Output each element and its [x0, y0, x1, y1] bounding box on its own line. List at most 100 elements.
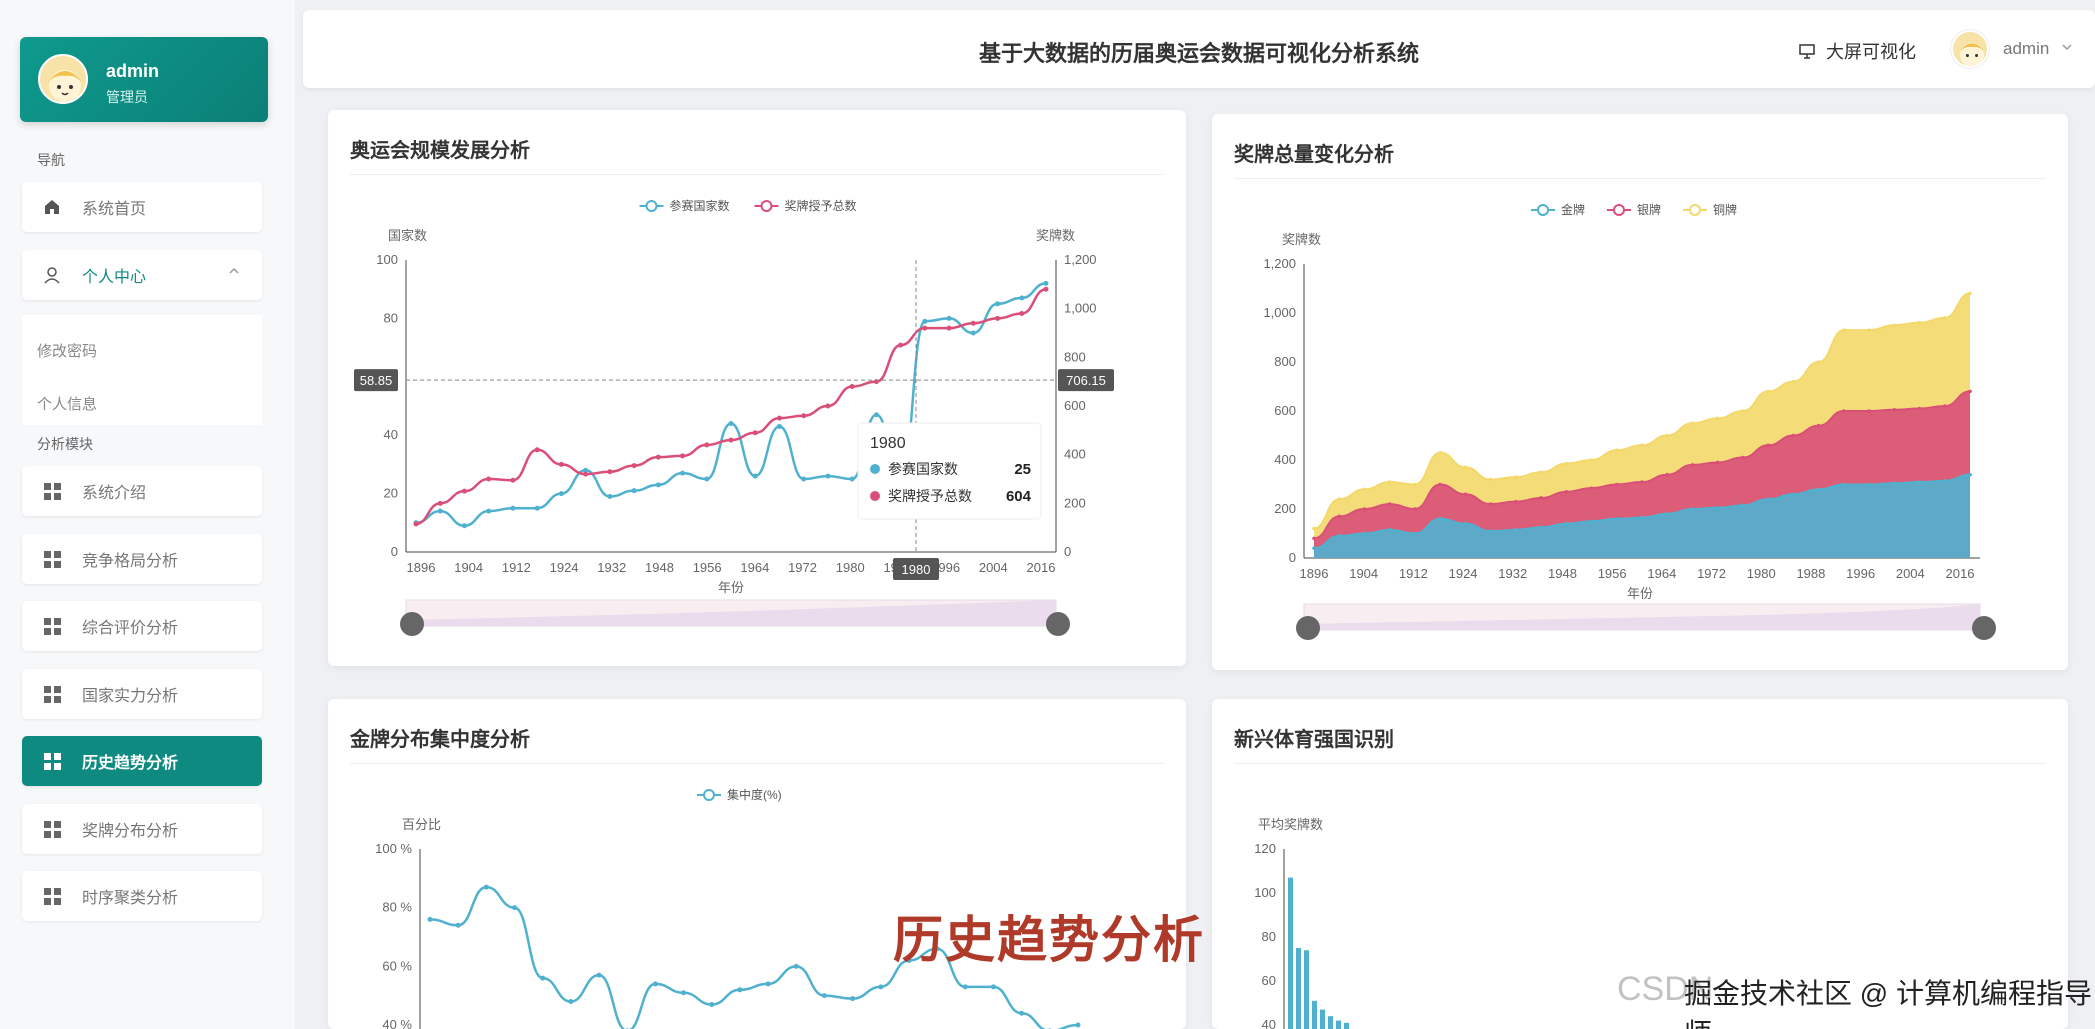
series-point	[1614, 448, 1619, 453]
series-point	[1337, 534, 1342, 538]
y-tick-label: 600	[1274, 403, 1296, 418]
series-point	[1362, 487, 1367, 492]
series-point	[1968, 389, 1972, 394]
x-tick-label: 1972	[1697, 566, 1726, 581]
series-point	[1463, 492, 1468, 497]
sidebar-item-medal-distribution[interactable]: 奖牌分布分析	[22, 804, 262, 854]
series-point	[681, 990, 687, 996]
series-point	[1791, 492, 1796, 497]
bigscreen-button[interactable]: 大屏可视化	[1798, 38, 1916, 64]
series-point	[455, 922, 461, 928]
series-point	[728, 421, 734, 427]
panel-medal-total: 奖牌总量变化分析 金牌 银牌 铜牌 奖牌数 0 200 400 600 800 1,000 1,20…	[1212, 114, 2068, 670]
series-point	[1488, 477, 1493, 482]
grid-icon	[42, 684, 62, 704]
sidebar-item-time-clustering[interactable]: 时序聚类分析	[22, 871, 262, 921]
series-point	[995, 301, 1001, 307]
series-point	[1917, 480, 1922, 484]
sidebar-item-home[interactable]: 系统首页	[22, 182, 262, 232]
user-card[interactable]: admin 管理员	[20, 37, 268, 122]
sidebar-item-label: 个人中心	[82, 269, 147, 286]
y-tick-label: 60	[1262, 973, 1276, 988]
submenu-item-change-password[interactable]: 修改密码	[37, 340, 97, 361]
user-icon	[42, 265, 62, 285]
sidebar-item-national-strength[interactable]: 国家实力分析	[22, 669, 262, 719]
series-point	[1816, 360, 1821, 364]
header-avatar[interactable]	[1951, 30, 1989, 68]
chevron-up-icon	[228, 264, 240, 282]
series-point	[558, 491, 564, 497]
series-point	[1690, 421, 1695, 426]
x-tick-label: 1988	[1796, 566, 1825, 581]
bar	[1312, 1000, 1317, 1029]
panel-gold-concentration: 金牌分布集中度分析 集中度(%) 百分比 40 % 60 % 80 % 100 %	[328, 699, 1186, 1029]
legend-label: 银牌	[1637, 203, 1661, 217]
y-tick-label: 1,200	[1263, 256, 1296, 271]
series-point	[1791, 379, 1796, 384]
y-tick-label: 100	[1254, 885, 1276, 900]
x-tick-label: 1904	[1349, 566, 1378, 581]
x-tick-label: 1972	[788, 560, 817, 575]
series-point	[1312, 546, 1316, 550]
header-username[interactable]: admin	[2003, 39, 2049, 59]
chart-gold-concentration[interactable]: 集中度(%) 百分比 40 % 60 % 80 % 100 %	[328, 699, 1186, 1029]
series-point	[922, 325, 928, 331]
datazoom-handle-right	[1046, 612, 1070, 636]
series-point	[776, 423, 782, 429]
series-point	[1312, 536, 1316, 541]
series-point	[1488, 529, 1493, 533]
sidebar-item-history-trend[interactable]: 历史趋势分析	[22, 736, 262, 786]
series-point	[878, 984, 884, 990]
series-point	[1917, 406, 1922, 411]
x-tick-label: 1924	[550, 560, 579, 575]
series-point	[1019, 311, 1025, 317]
x-tick-label: 2004	[979, 560, 1008, 575]
chart-olympic-scale[interactable]: 参赛国家数奖牌授予总数国家数奖牌数02040608010002004006008…	[328, 110, 1186, 666]
bar	[1288, 877, 1293, 1029]
tooltip-row-label: 参赛国家数	[888, 461, 958, 477]
series-point	[607, 494, 613, 500]
grid-icon	[42, 751, 62, 771]
user-name: admin	[106, 61, 160, 81]
series-point	[607, 469, 613, 475]
series-point	[413, 521, 419, 527]
series-point	[1867, 482, 1871, 487]
series-point	[873, 412, 879, 418]
x-tick-label: 2016	[1027, 560, 1056, 575]
legend-marker	[760, 200, 773, 212]
x-tick-label: 2016	[1946, 566, 1975, 581]
series-point	[437, 500, 443, 506]
sidebar: admin 管理员 导航 系统首页 个人中心 修改密码 个人信息 分析模块 系统…	[0, 0, 295, 1029]
chevron-down-icon[interactable]	[2061, 40, 2073, 56]
y-left-tick-label: 40	[384, 427, 398, 442]
sidebar-item-intro[interactable]: 系统介绍	[22, 466, 262, 516]
series-point	[1665, 472, 1670, 477]
series-point	[1564, 521, 1569, 526]
user-role: 管理员	[106, 89, 148, 105]
sidebar-item-label: 综合评价分析	[82, 620, 179, 637]
series-point	[540, 975, 546, 981]
series-point	[1514, 499, 1518, 504]
y-axis-label: 百分比	[402, 817, 441, 832]
sidebar-item-evaluation[interactable]: 综合评价分析	[22, 601, 262, 651]
series-point	[1337, 514, 1342, 519]
series-point	[1867, 328, 1871, 332]
y-right-tick-label: 600	[1064, 398, 1086, 413]
series-point	[1337, 497, 1342, 502]
series-point	[1463, 465, 1468, 470]
series-point	[962, 984, 968, 990]
sidebar-item-personal[interactable]: 个人中心	[22, 250, 262, 300]
series-point	[534, 447, 540, 453]
bar	[1296, 948, 1301, 1029]
bar	[1304, 950, 1309, 1029]
series-point	[1690, 463, 1695, 467]
tooltip-row-value: 604	[1006, 488, 1032, 505]
submenu-item-personal-info[interactable]: 个人信息	[37, 393, 97, 414]
series-point	[704, 442, 710, 448]
x-tick-label: 1912	[1399, 566, 1428, 581]
series-point	[821, 993, 827, 999]
chart-medal-total[interactable]: 金牌 银牌 铜牌奖牌数 0 200 400 600 800 1,000 1,200 1896 1904…	[1212, 114, 2068, 670]
sidebar-item-competition[interactable]: 竞争格局分析	[22, 534, 262, 584]
series-point	[728, 437, 734, 443]
series-point	[1867, 409, 1871, 413]
